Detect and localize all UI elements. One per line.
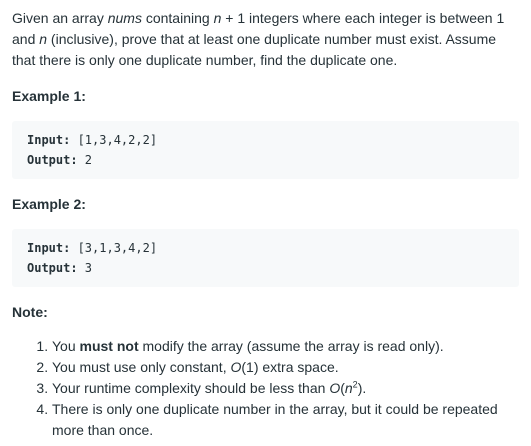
example-1-output-line: Output: 2 (27, 150, 504, 170)
note-text: ). (357, 380, 367, 396)
output-label: Output: (27, 153, 78, 167)
input-value: [3,1,3,4,2] (70, 241, 158, 255)
note-item-2: You must use only constant, O(1) extra s… (52, 357, 519, 378)
problem-description: Given an array nums containing n + 1 int… (12, 8, 519, 71)
note-big-o: O (230, 359, 242, 375)
desc-var-nums: nums (107, 10, 142, 26)
example-1-code: Input: [1,3,4,2,2] Output: 2 (12, 121, 519, 179)
note-text: (1) extra space. (241, 359, 339, 375)
desc-text: (inclusive), prove that at least one dup… (12, 31, 497, 68)
note-big-o: O (329, 380, 341, 396)
desc-text: containing (141, 10, 214, 26)
example-1-input-line: Input: [1,3,4,2,2] (27, 130, 504, 150)
note-heading: Note: (12, 304, 48, 320)
note-emphasis: must not (79, 338, 139, 354)
problem-page: Given an array nums containing n + 1 int… (0, 0, 531, 446)
note-list: You must not modify the array (assume th… (12, 336, 519, 441)
input-value: [1,3,4,2,2] (70, 133, 158, 147)
desc-text: Given an array (12, 10, 108, 26)
input-label: Input: (27, 241, 71, 255)
example-1-heading: Example 1: (12, 88, 86, 104)
note-text: Your runtime complexity should be less t… (52, 380, 330, 396)
example-2-heading: Example 2: (12, 196, 86, 212)
example-2-input-line: Input: [3,1,3,4,2] (27, 238, 504, 258)
example-2-output-line: Output: 3 (27, 258, 504, 278)
example-2-code: Input: [3,1,3,4,2] Output: 3 (12, 229, 519, 287)
note-var-n: n (344, 380, 353, 396)
output-value: 3 (77, 261, 93, 275)
note-item-1: You must not modify the array (assume th… (52, 336, 519, 357)
note-text: You (52, 338, 80, 354)
note-item-4: There is only one duplicate number in th… (52, 399, 519, 441)
input-label: Input: (27, 133, 71, 147)
note-text: You must use only constant, (52, 359, 231, 375)
note-text: modify the array (assume the array is re… (138, 338, 444, 354)
desc-var-n: n (39, 31, 48, 47)
output-value: 2 (77, 153, 93, 167)
output-label: Output: (27, 261, 78, 275)
note-item-3: Your runtime complexity should be less t… (52, 378, 519, 399)
